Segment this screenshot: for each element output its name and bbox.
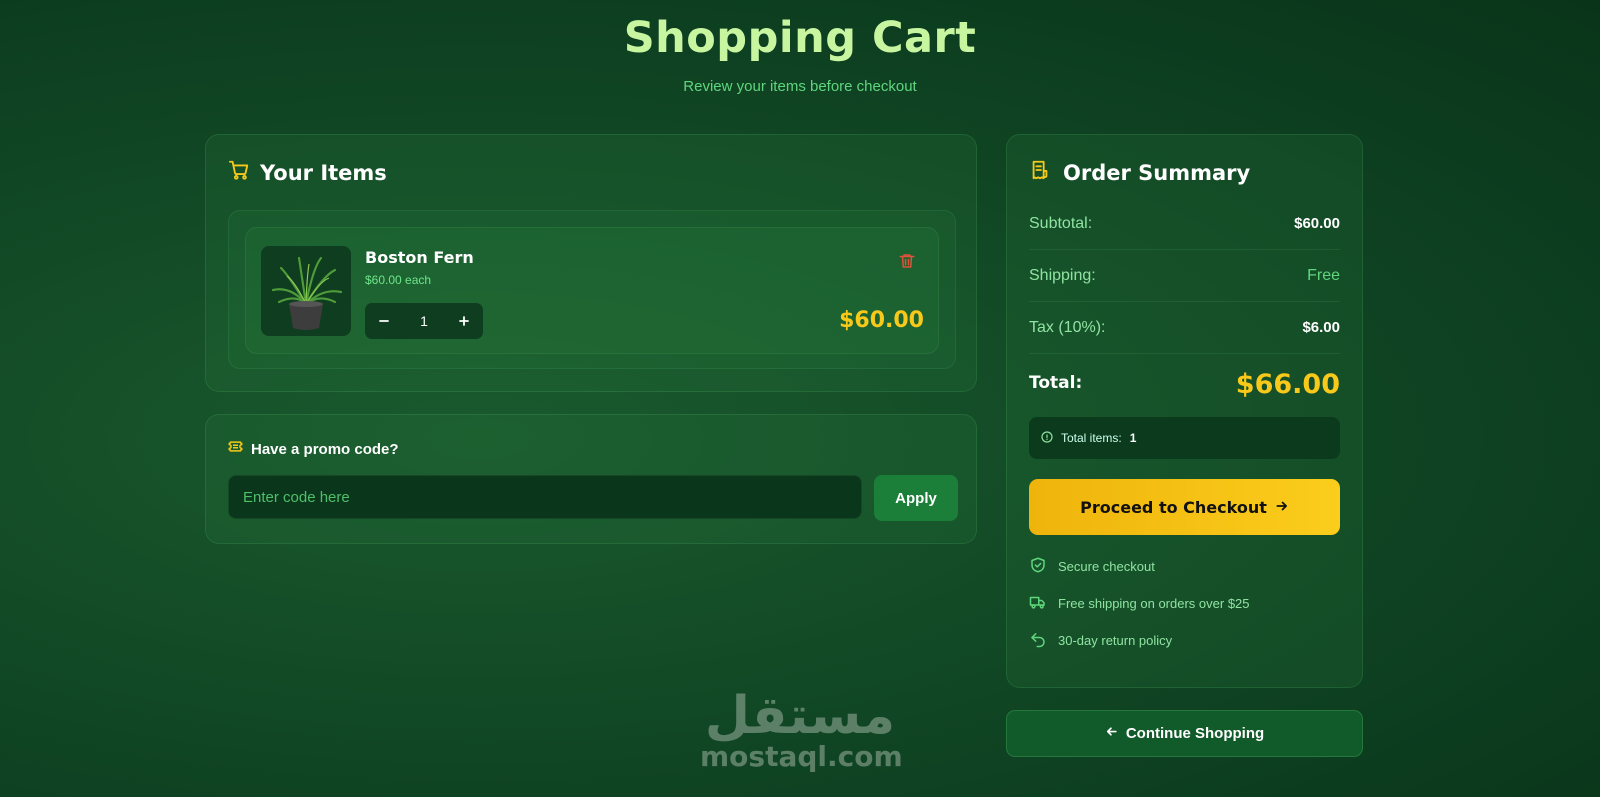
receipt-icon [1029, 159, 1051, 186]
perk-text: Free shipping on orders over $25 [1058, 596, 1250, 611]
trash-icon [898, 254, 916, 274]
subtotal-value: $60.00 [1294, 215, 1340, 232]
proceed-to-checkout-button[interactable]: Proceed to Checkout [1029, 479, 1340, 535]
arrow-right-icon [1275, 498, 1289, 517]
return-arrow-icon [1029, 630, 1047, 651]
remove-item-button[interactable] [898, 252, 916, 275]
info-icon [1041, 430, 1053, 446]
watermark-arabic: مستقل [704, 686, 896, 746]
total-items-label: Total items: [1061, 431, 1122, 445]
items-list: Boston Fern $60.00 each 1 $60.00 [228, 210, 956, 369]
perk-text: 30-day return policy [1058, 633, 1173, 648]
promo-code-input[interactable] [228, 475, 862, 519]
cart-item: Boston Fern $60.00 each 1 $60.00 [245, 227, 939, 354]
plant-thumbnail [261, 246, 351, 336]
decrease-quantity-button[interactable] [365, 303, 403, 339]
truck-icon [1029, 593, 1047, 614]
summary-row-shipping: Shipping: Free [1029, 250, 1340, 302]
promo-card: Have a promo code? Apply [205, 414, 977, 544]
total-items-count: 1 [1129, 431, 1137, 445]
page-subtitle: Review your items before checkout [683, 78, 917, 95]
items-card-header: Your Items [228, 159, 387, 186]
shipping-value: Free [1307, 266, 1340, 284]
total-label: Total: [1029, 373, 1083, 393]
tax-label: Tax (10%): [1029, 318, 1106, 336]
page-title: Shopping Cart [623, 13, 977, 63]
continue-shopping-label: Continue Shopping [1125, 725, 1265, 742]
plus-icon [458, 311, 470, 332]
subtotal-label: Subtotal: [1029, 214, 1093, 232]
promo-label: Have a promo code? [251, 440, 399, 458]
items-card: Your Items Boston Fern $60.00 each 1 $60… [205, 134, 977, 392]
item-name: Boston Fern [365, 248, 474, 267]
perk-text: Secure checkout [1058, 559, 1155, 574]
shield-check-icon [1029, 556, 1047, 577]
total-items-info: Total items: 1 [1029, 417, 1340, 459]
perk-return-policy: 30-day return policy [1029, 630, 1172, 651]
order-summary-card: Order Summary Subtotal: $60.00 Shipping:… [1006, 134, 1363, 688]
items-card-title: Your Items [260, 160, 387, 185]
summary-row-tax: Tax (10%): $6.00 [1029, 302, 1340, 354]
watermark-latin: mostaql.com [700, 740, 903, 773]
promo-header: Have a promo code? [228, 439, 399, 459]
shipping-label: Shipping: [1029, 266, 1096, 284]
cart-icon [228, 159, 250, 186]
continue-shopping-button[interactable]: Continue Shopping [1006, 710, 1363, 757]
arrow-left-icon [1105, 725, 1118, 742]
quantity-stepper: 1 [365, 303, 483, 339]
perk-free-shipping: Free shipping on orders over $25 [1029, 593, 1250, 614]
quantity-value[interactable]: 1 [403, 313, 445, 329]
perk-secure-checkout: Secure checkout [1029, 556, 1155, 577]
page-header: Shopping Cart Review your items before c… [0, 10, 1600, 95]
ticket-icon [228, 439, 243, 459]
summary-title: Order Summary [1063, 160, 1251, 185]
summary-row-subtotal: Subtotal: $60.00 [1029, 198, 1340, 250]
item-unit-price: $60.00 each [365, 273, 432, 287]
apply-promo-button[interactable]: Apply [874, 475, 958, 521]
summary-header: Order Summary [1029, 159, 1250, 186]
summary-total-row: Total: $66.00 [1029, 369, 1340, 400]
checkout-label: Proceed to Checkout [1080, 497, 1267, 517]
increase-quantity-button[interactable] [445, 303, 483, 339]
tax-value: $6.00 [1302, 319, 1340, 336]
item-line-total: $60.00 [839, 308, 924, 333]
total-value: $66.00 [1235, 369, 1340, 400]
minus-icon [378, 311, 390, 332]
watermark-logo: مستقل mostaql.com [700, 686, 903, 773]
